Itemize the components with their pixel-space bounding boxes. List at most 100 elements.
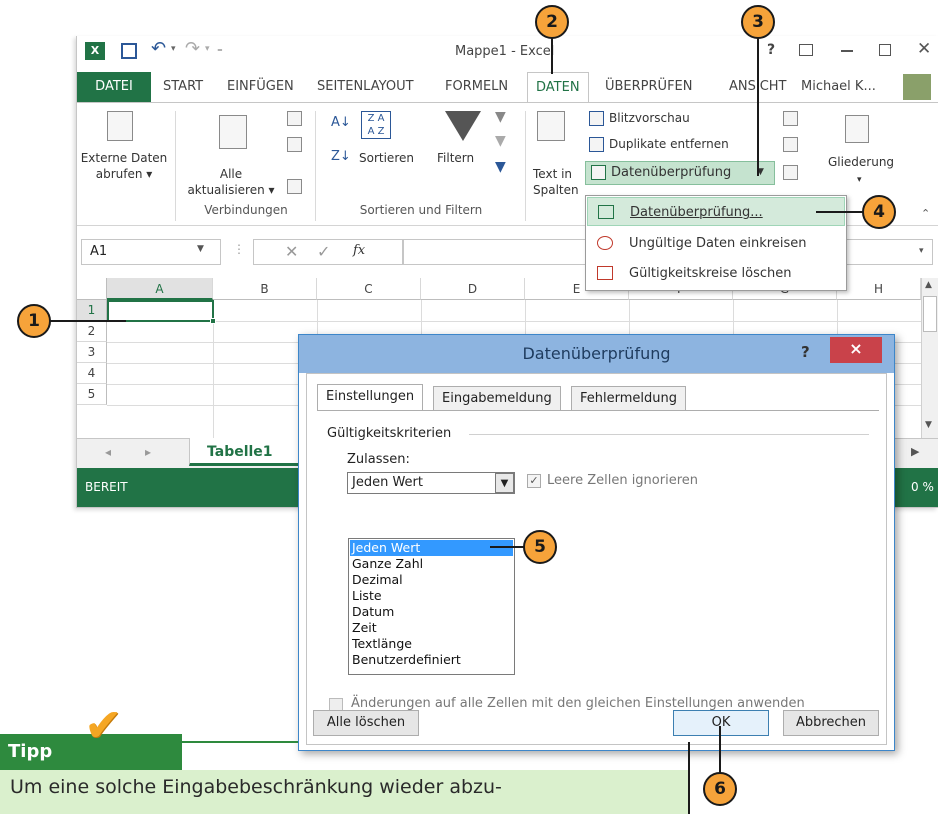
column-header[interactable]: B	[213, 278, 317, 300]
menu-item-datenueberpruefung[interactable]: Datenüberprüfung...	[587, 197, 845, 226]
scroll-down-icon[interactable]: ▼	[925, 420, 932, 430]
text-to-columns-label-1[interactable]: Text in	[533, 167, 572, 182]
expand-formula-icon[interactable]: ▾	[919, 246, 924, 256]
undo-icon[interactable]: ↶	[151, 38, 166, 59]
edit-links-icon[interactable]	[287, 179, 302, 194]
prev-sheet-icon[interactable]: ◂	[105, 445, 111, 459]
external-data-label-2[interactable]: abrufen ▾	[79, 167, 169, 182]
remove-duplicates-icon[interactable]	[589, 137, 604, 152]
cancel-button[interactable]: Abbrechen	[783, 710, 879, 736]
sort-label[interactable]: Sortieren	[359, 151, 414, 166]
text-to-columns-label-2[interactable]: Spalten	[533, 183, 579, 198]
select-all-corner[interactable]	[77, 278, 107, 300]
collapse-ribbon-icon[interactable]: ⌃	[921, 207, 930, 220]
tab-seitenlayout[interactable]: SEITENLAYOUT	[309, 72, 422, 102]
menu-item-kreise-loeschen[interactable]: Gültigkeitskreise löschen	[587, 259, 845, 288]
remove-duplicates-label[interactable]: Duplikate entfernen	[609, 137, 729, 152]
list-item[interactable]: Zeit	[350, 620, 513, 636]
row-header[interactable]: 3	[77, 342, 107, 363]
outline-label[interactable]: Gliederung	[821, 155, 901, 170]
fill-handle[interactable]	[210, 318, 216, 324]
filter-label[interactable]: Filtern	[437, 151, 474, 166]
ok-button[interactable]: OK	[673, 710, 769, 736]
column-header[interactable]: D	[421, 278, 525, 300]
insert-function-icon[interactable]: fx	[353, 243, 365, 258]
outline-icon[interactable]	[845, 115, 869, 143]
active-cell-a1[interactable]	[107, 300, 214, 322]
filter-icon[interactable]	[445, 111, 481, 141]
minimize-icon[interactable]	[841, 50, 853, 52]
customize-qat-icon[interactable]: ₌	[217, 42, 223, 55]
user-name[interactable]: Michael K...	[793, 72, 884, 102]
scroll-up-icon[interactable]: ▲	[925, 280, 932, 290]
consolidate-icon[interactable]	[783, 111, 798, 126]
external-data-label-1[interactable]: Externe Daten	[79, 151, 169, 166]
list-item[interactable]: Liste	[350, 588, 513, 604]
refresh-all-icon[interactable]	[219, 115, 247, 149]
close-icon[interactable]: ✕	[917, 39, 931, 59]
tab-formeln[interactable]: FORMELN	[437, 72, 516, 102]
what-if-icon[interactable]	[783, 137, 798, 152]
row-header[interactable]: 2	[77, 321, 107, 342]
sort-az-icon[interactable]: A↓	[331, 115, 351, 130]
dialog-close-icon[interactable]: ×	[830, 337, 882, 363]
hscroll-right-icon[interactable]: ▶	[911, 445, 919, 458]
row-header[interactable]: 1	[77, 300, 107, 321]
name-box-dropdown-icon[interactable]: ▼	[197, 244, 204, 254]
relationships-icon[interactable]	[783, 165, 798, 180]
list-item[interactable]: Jeden Wert	[350, 540, 513, 556]
zulassen-dropdown-icon[interactable]: ▼	[495, 473, 514, 493]
reapply-icon[interactable]: ▼	[495, 133, 506, 149]
row-header[interactable]: 4	[77, 363, 107, 384]
redo-icon[interactable]: ↷	[185, 38, 200, 59]
tab-eingabemeldung[interactable]: Eingabemeldung	[433, 386, 561, 411]
column-header[interactable]: H	[837, 278, 921, 300]
tab-fehlermeldung[interactable]: Fehlermeldung	[571, 386, 686, 411]
flash-fill-label[interactable]: Blitzvorschau	[609, 111, 690, 126]
text-to-columns-icon[interactable]	[537, 111, 565, 141]
cancel-entry-icon[interactable]: ✕	[285, 242, 298, 261]
scroll-thumb[interactable]	[923, 296, 937, 332]
sort-dialog-icon[interactable]: Z AA Z	[361, 111, 391, 139]
list-item[interactable]: Benutzerdefiniert	[350, 652, 513, 668]
next-sheet-icon[interactable]: ▸	[145, 445, 151, 459]
tab-datei[interactable]: DATEI	[77, 72, 151, 102]
properties-icon[interactable]	[287, 137, 302, 152]
maximize-icon[interactable]	[879, 44, 891, 56]
clear-filter-icon[interactable]: ▼	[495, 109, 506, 125]
zoom-level[interactable]: 0 %	[911, 480, 934, 494]
tab-einstellungen[interactable]: Einstellungen	[317, 384, 424, 411]
ignore-blank-checkbox[interactable]: ✓	[527, 474, 541, 488]
save-icon[interactable]	[121, 43, 137, 59]
refresh-all-label-1[interactable]: Alle	[183, 167, 279, 182]
refresh-all-label-2[interactable]: aktualisieren ▾	[183, 183, 279, 198]
undo-dropdown-icon[interactable]: ▾	[171, 44, 176, 54]
flash-fill-icon[interactable]	[589, 111, 604, 126]
column-header[interactable]: C	[317, 278, 421, 300]
tab-einfuegen[interactable]: EINFÜGEN	[219, 72, 302, 102]
dialog-help-icon[interactable]: ?	[801, 343, 810, 361]
data-validation-label[interactable]: Datenüberprüfung	[611, 165, 731, 180]
confirm-entry-icon[interactable]: ✓	[317, 242, 330, 261]
menu-item-einkreisen[interactable]: Ungültige Daten einkreisen	[587, 229, 845, 258]
external-data-icon[interactable]	[107, 111, 133, 141]
outline-dropdown-icon[interactable]: ▾	[857, 175, 862, 185]
row-header[interactable]: 5	[77, 384, 107, 405]
redo-dropdown-icon[interactable]: ▾	[205, 44, 210, 54]
column-header[interactable]: A	[107, 278, 213, 300]
avatar[interactable]	[903, 74, 931, 100]
list-item[interactable]: Datum	[350, 604, 513, 620]
tab-daten[interactable]: DATEN	[527, 72, 589, 103]
list-item[interactable]: Ganze Zahl	[350, 556, 513, 572]
list-item[interactable]: Textlänge	[350, 636, 513, 652]
help-icon[interactable]: ?	[767, 42, 775, 58]
connections-icon[interactable]	[287, 111, 302, 126]
sort-za-icon[interactable]: Z↓	[331, 149, 351, 164]
ribbon-display-icon[interactable]	[799, 44, 813, 56]
clear-all-button[interactable]: Alle löschen	[313, 710, 419, 736]
tab-start[interactable]: START	[155, 72, 211, 102]
callout-line-5	[490, 546, 524, 548]
list-item[interactable]: Dezimal	[350, 572, 513, 588]
tab-ueberpruefen[interactable]: ÜBERPRÜFEN	[597, 72, 700, 102]
advanced-filter-icon[interactable]: ▼	[495, 159, 506, 175]
